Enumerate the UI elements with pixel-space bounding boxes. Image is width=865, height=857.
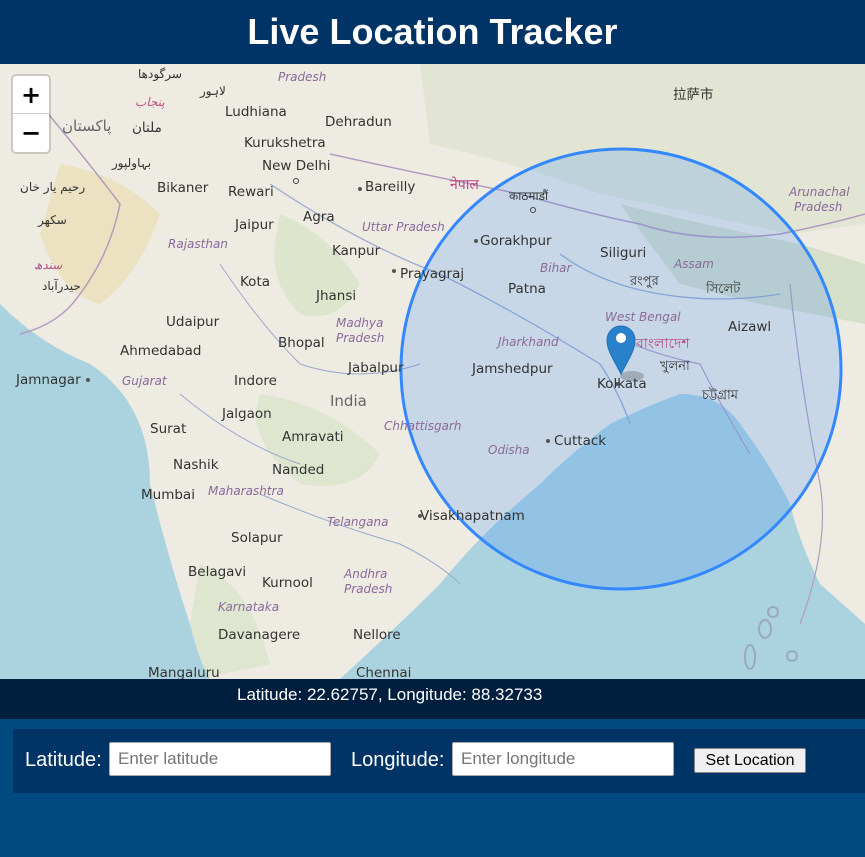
map-label: Ludhiana bbox=[225, 104, 287, 120]
map-label: Solapur bbox=[231, 530, 283, 546]
map-label: Uttar Pradesh bbox=[362, 220, 445, 234]
map-label: Karnataka bbox=[218, 600, 280, 614]
map-label: Indore bbox=[234, 373, 277, 389]
map-label: Kota bbox=[240, 274, 271, 290]
map-label: বাংলাদেশ bbox=[636, 336, 690, 352]
map-label: Chhattisgarh bbox=[384, 419, 462, 433]
location-form: Latitude: Longitude: Set Location bbox=[13, 729, 865, 793]
coordinates-text: Latitude: 22.62757, Longitude: 88.32733 bbox=[237, 685, 543, 704]
map-label: Telangana bbox=[327, 515, 389, 529]
zoom-in-button[interactable]: + bbox=[13, 76, 49, 114]
map-label: Arunachal bbox=[789, 185, 850, 199]
map-label: Bhopal bbox=[278, 335, 325, 351]
map-label: Kanpur bbox=[332, 243, 381, 259]
map-view[interactable]: سرگودھا لاہور Pradesh Ludhiana Dehradun … bbox=[0, 64, 865, 679]
map-label: سرگودھا bbox=[138, 67, 182, 81]
map-label: Nanded bbox=[272, 462, 325, 478]
map-label: খুলনা bbox=[660, 359, 690, 374]
map-label: Jharkhand bbox=[498, 335, 559, 349]
map-label: Udaipur bbox=[166, 314, 220, 330]
latitude-label: Latitude: bbox=[25, 749, 102, 771]
map-label: Bikaner bbox=[157, 180, 209, 196]
zoom-control: + − bbox=[13, 76, 49, 152]
map-label: রংপুর bbox=[630, 274, 659, 289]
map-label: Mangaluru bbox=[148, 665, 220, 679]
set-location-button[interactable]: Set Location bbox=[694, 748, 806, 773]
map-label: Jaipur bbox=[235, 217, 274, 233]
page-title: Live Location Tracker bbox=[247, 11, 618, 52]
map-label: Nashik bbox=[173, 457, 219, 473]
app-header: Live Location Tracker bbox=[0, 0, 865, 64]
map-label: Assam bbox=[674, 257, 714, 271]
map-label: 拉萨市 bbox=[673, 87, 714, 103]
map-label: رحیم یار خان bbox=[20, 180, 86, 194]
map-label: Siliguri bbox=[600, 245, 647, 261]
map-label: Gorakhpur bbox=[480, 233, 552, 249]
map-label: Kurukshetra bbox=[244, 135, 326, 151]
map-label: سندھ bbox=[34, 258, 63, 272]
map-label: West Bengal bbox=[605, 310, 681, 324]
map-label: Kolkata bbox=[597, 376, 647, 392]
map-label: سکھر bbox=[38, 213, 67, 227]
coordinates-display: Latitude: 22.62757, Longitude: 88.32733 bbox=[0, 679, 865, 719]
map-label: Odisha bbox=[488, 443, 530, 457]
map-label: Visakhapatnam bbox=[420, 508, 525, 524]
map-label: Rewari bbox=[228, 184, 274, 200]
map-label: Cuttack bbox=[554, 433, 607, 449]
map-label: New Delhi bbox=[262, 158, 331, 174]
map-label: حیدرآباد bbox=[42, 279, 81, 293]
latitude-input[interactable] bbox=[109, 742, 331, 776]
map-label: Bihar bbox=[540, 261, 572, 275]
map-label: Aizawl bbox=[728, 319, 772, 335]
map-label: Maharashtra bbox=[208, 484, 284, 498]
map-label: پنجاب bbox=[135, 95, 165, 109]
map-label: Pradesh bbox=[344, 582, 393, 596]
map-label: সিলেট bbox=[706, 282, 741, 297]
map-label: Jamnagar bbox=[16, 372, 81, 388]
map-label: Bareilly bbox=[365, 179, 416, 195]
map-label: Dehradun bbox=[325, 114, 392, 130]
map-label: Prayagraj bbox=[400, 266, 465, 282]
map-label: بہاولپور bbox=[112, 156, 152, 170]
map-label: Jamshedpur bbox=[472, 361, 553, 377]
map-label: नेपाल bbox=[450, 177, 479, 193]
map-label: Nellore bbox=[353, 627, 401, 643]
map-label: চট্টগ্রাম bbox=[702, 388, 738, 403]
map-label: پاکستان bbox=[62, 117, 112, 135]
map-label: ملتان bbox=[132, 120, 162, 136]
map-label: Chennai bbox=[356, 665, 412, 679]
longitude-label: Longitude: bbox=[351, 749, 445, 771]
map-label: Jalgaon bbox=[222, 406, 272, 422]
map-label: Surat bbox=[150, 421, 187, 437]
map-label: Pradesh bbox=[794, 200, 843, 214]
map-label: Pradesh bbox=[278, 70, 327, 84]
map-label: Jabalpur bbox=[348, 360, 404, 376]
map-label: Madhya bbox=[336, 316, 384, 330]
map-label: Andhra bbox=[344, 567, 388, 581]
zoom-out-button[interactable]: − bbox=[13, 114, 49, 151]
map-label: Ahmedabad bbox=[120, 343, 202, 359]
map-label: Pradesh bbox=[336, 331, 385, 345]
map-label: Jhansi bbox=[316, 288, 357, 304]
map-label: Belagavi bbox=[188, 564, 247, 580]
map-label: India bbox=[330, 392, 367, 410]
map-label: Rajasthan bbox=[168, 237, 228, 251]
map-label: Mumbai bbox=[141, 487, 195, 503]
longitude-input[interactable] bbox=[452, 742, 674, 776]
map-label: काठमाडौं bbox=[509, 189, 549, 203]
map-label: Patna bbox=[508, 281, 546, 297]
map-label: Amravati bbox=[282, 429, 344, 445]
map-label: لاہور bbox=[200, 84, 226, 98]
map-label: Kurnool bbox=[262, 575, 313, 591]
map-label: Agra bbox=[303, 209, 335, 225]
map-label: Davanagere bbox=[218, 627, 301, 643]
map-label: Gujarat bbox=[122, 374, 167, 388]
